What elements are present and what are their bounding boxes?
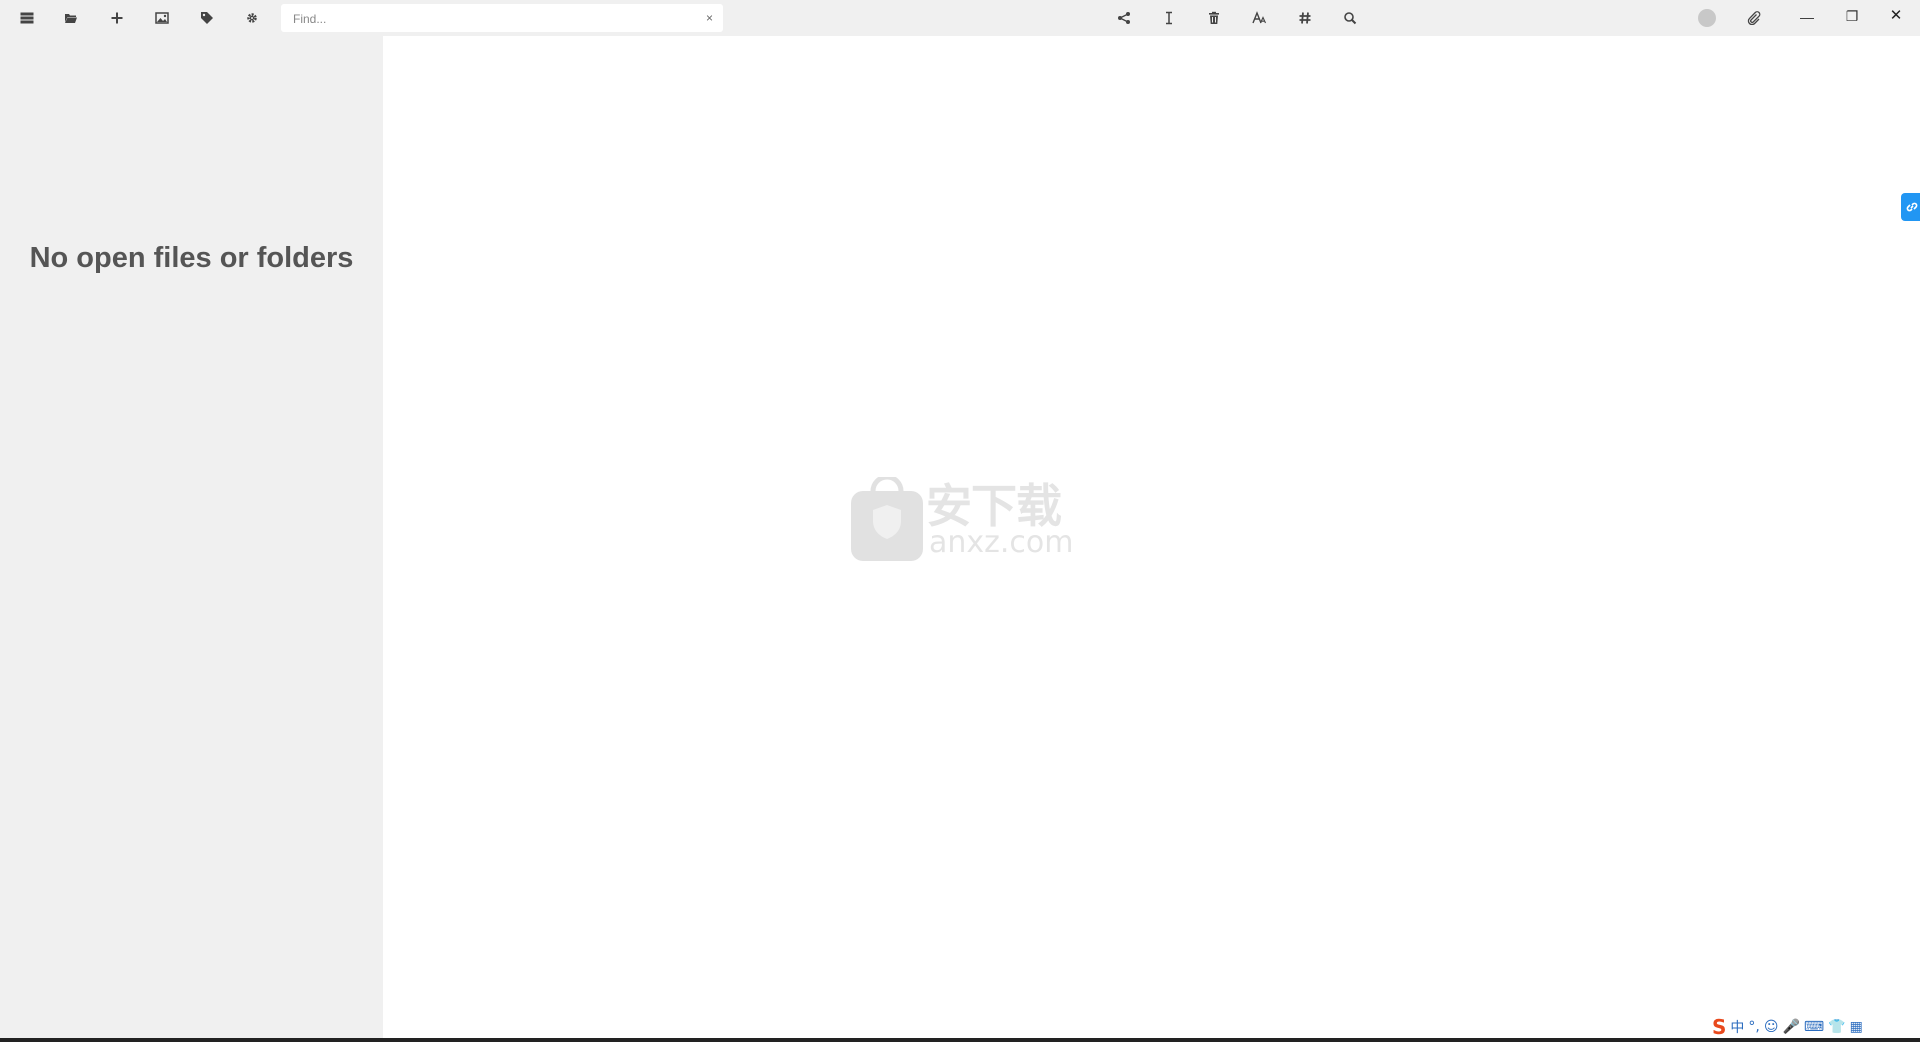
toolbar: × — ❐ ✕ <box>0 0 1920 36</box>
watermark: 安下载 anxz.com <box>851 477 1074 561</box>
clear-find-button[interactable]: × <box>706 11 713 25</box>
bottom-edge <box>0 1038 1920 1042</box>
folder-open-icon[interactable] <box>58 6 84 30</box>
watermark-cn: 安下载 <box>926 479 1062 533</box>
ime-toolbar: S 中 °, ☺ 🎤 ⌨ 👕 ▦ <box>1712 1015 1863 1039</box>
editor-pane[interactable] <box>383 36 1920 1038</box>
plus-icon[interactable] <box>104 6 130 30</box>
sidebar: No open files or folders <box>0 36 383 1038</box>
ime-emoji-icon[interactable]: ☺ <box>1764 1019 1779 1035</box>
paperclip-icon[interactable] <box>1741 6 1767 30</box>
ime-skin-icon[interactable]: 👕 <box>1828 1019 1845 1035</box>
ime-punct-toggle[interactable]: °, <box>1748 1019 1759 1035</box>
user-avatar[interactable] <box>1698 9 1716 27</box>
tag-icon[interactable] <box>194 6 220 30</box>
ime-menu-icon[interactable]: ▦ <box>1850 1019 1863 1035</box>
share-icon[interactable] <box>1111 6 1137 30</box>
find-input[interactable] <box>291 8 695 30</box>
menu-icon[interactable] <box>14 6 40 30</box>
gear-icon[interactable] <box>239 6 265 30</box>
hashtag-icon[interactable] <box>1292 6 1318 30</box>
empty-state-message: No open files or folders <box>29 242 354 274</box>
restore-button[interactable]: ❐ <box>1840 5 1864 27</box>
search-icon[interactable] <box>1337 6 1363 30</box>
image-icon[interactable] <box>149 6 175 30</box>
ime-lang-toggle[interactable]: 中 <box>1730 1017 1744 1037</box>
ime-mic-icon[interactable]: 🎤 <box>1782 1019 1799 1035</box>
font-icon[interactable] <box>1246 6 1272 30</box>
ime-keyboard-icon[interactable]: ⌨ <box>1804 1019 1824 1035</box>
side-link-tab[interactable] <box>1901 193 1920 221</box>
close-button[interactable]: ✕ <box>1884 5 1908 27</box>
link-icon <box>1906 202 1918 212</box>
trash-icon[interactable] <box>1201 6 1227 30</box>
ime-logo[interactable]: S <box>1712 1015 1726 1039</box>
minimize-button[interactable]: — <box>1795 6 1819 28</box>
shield-bag-icon <box>851 477 923 561</box>
watermark-url: anxz.com <box>929 525 1074 560</box>
text-cursor-icon[interactable] <box>1156 6 1182 30</box>
find-box: × <box>281 4 723 32</box>
